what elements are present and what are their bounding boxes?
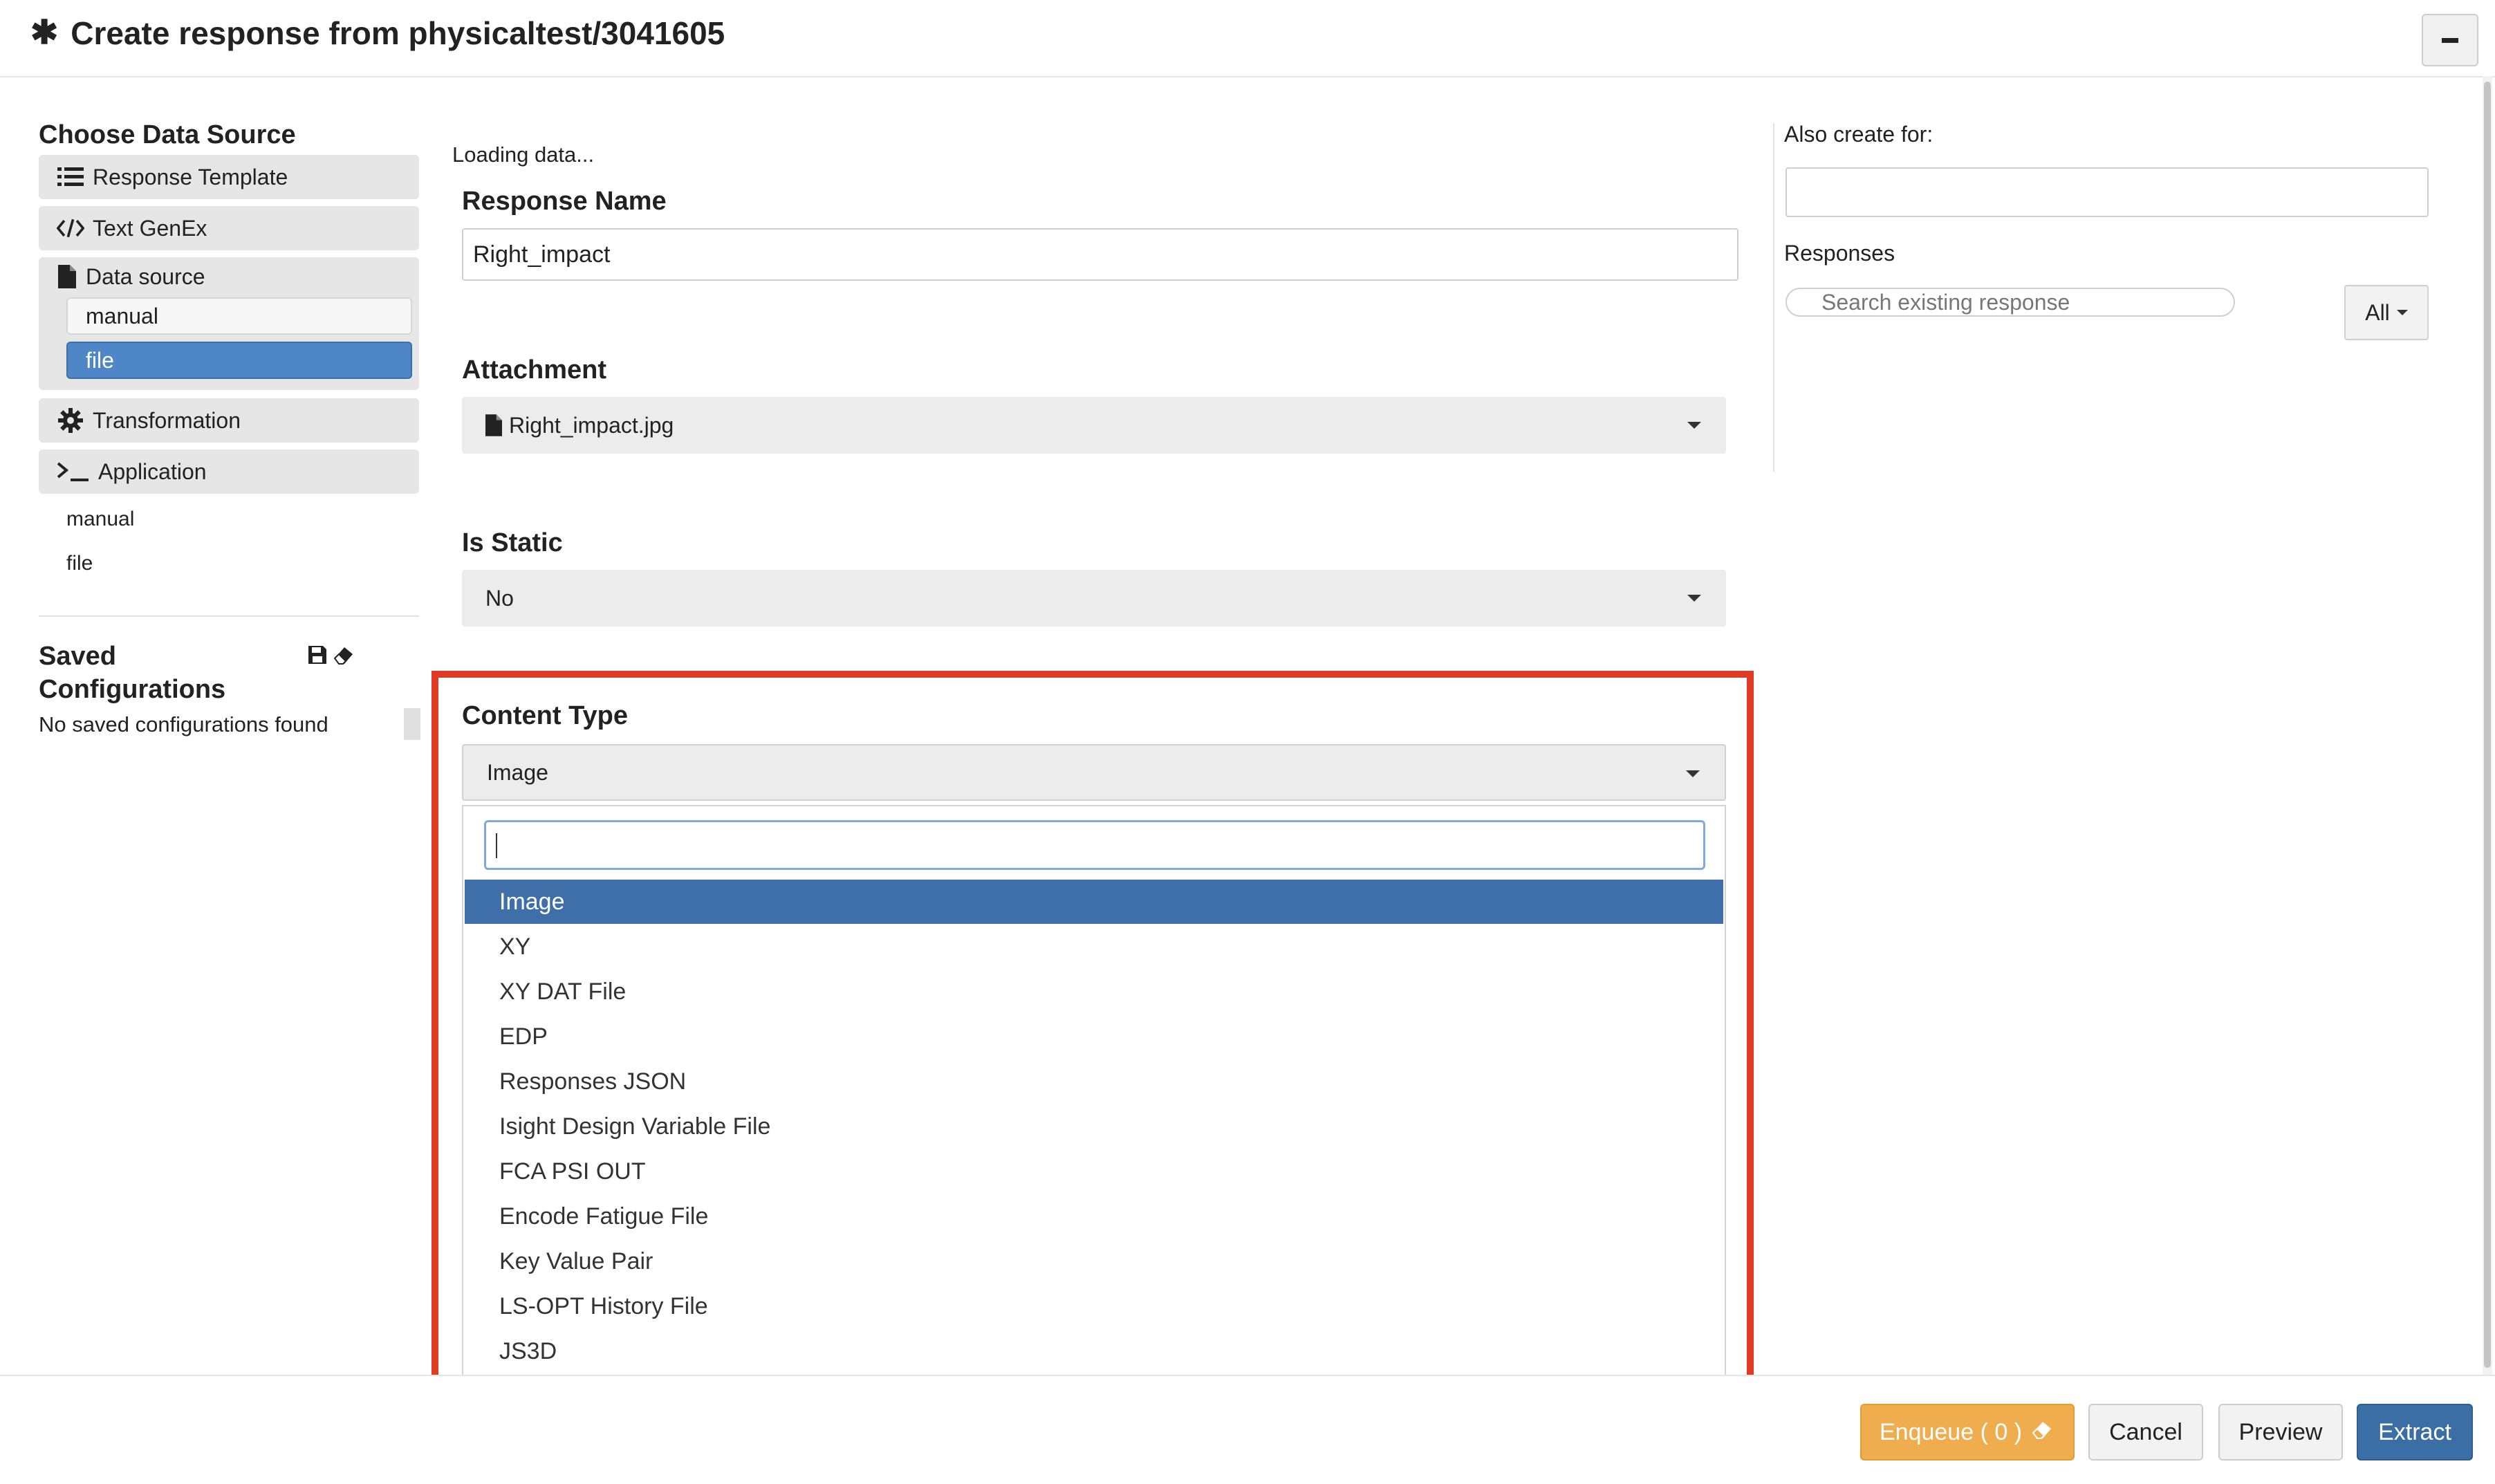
sidebar-item-response-template[interactable]: Response Template xyxy=(39,155,419,199)
application-option-file[interactable]: file xyxy=(66,552,93,575)
sidebar-item-label: Transformation xyxy=(93,407,241,433)
annotation-highlight-box xyxy=(432,671,1754,1438)
eraser-icon xyxy=(2029,1419,2055,1446)
response-name-input[interactable]: Right_impact xyxy=(462,228,1738,281)
sidebar-divider xyxy=(39,615,419,617)
is-static-select[interactable]: No xyxy=(462,570,1726,627)
minimize-button[interactable] xyxy=(2422,14,2478,66)
terminal-icon xyxy=(57,458,90,485)
minus-icon xyxy=(2442,37,2458,43)
page-scrollbar-thumb[interactable] xyxy=(2484,82,2491,1368)
cancel-button[interactable]: Cancel xyxy=(2088,1404,2203,1460)
page-title: Create response from physicaltest/304160… xyxy=(71,15,725,51)
sidebar-item-label: Application xyxy=(98,458,207,484)
sidebar-item-text-genex[interactable]: Text GenEx xyxy=(39,206,419,250)
code-icon xyxy=(57,214,84,242)
data-source-option-file[interactable]: file xyxy=(66,342,412,379)
attachment-label: Attachment xyxy=(462,355,607,384)
chevron-down-icon xyxy=(2396,310,2408,315)
gear-icon xyxy=(57,407,84,434)
choose-data-source-title: Choose Data Source xyxy=(39,120,296,149)
saved-configurations-title-line1: Saved xyxy=(39,642,116,671)
response-name-label: Response Name xyxy=(462,187,667,216)
responses-filter-button[interactable]: All xyxy=(2344,285,2429,340)
asterisk-icon: ✱ xyxy=(30,15,59,51)
file-icon xyxy=(57,263,77,290)
responses-label: Responses xyxy=(1784,241,1895,266)
also-create-input[interactable] xyxy=(1786,167,2429,217)
chevron-down-icon xyxy=(1687,595,1701,602)
saved-config-scrollbar[interactable] xyxy=(404,708,420,740)
loading-text: Loading data... xyxy=(452,142,595,167)
enqueue-button[interactable]: Enqueue ( 0 ) xyxy=(1860,1404,2075,1460)
filter-value: All xyxy=(2365,299,2390,325)
title-bar: ✱ Create response from physicaltest/3041… xyxy=(30,12,725,54)
sidebar-item-label: Response Template xyxy=(93,164,288,189)
enqueue-label: Enqueue ( 0 ) xyxy=(1879,1418,2023,1445)
application-option-manual[interactable]: manual xyxy=(66,508,134,531)
search-response-input[interactable]: Search existing response xyxy=(1786,288,2235,317)
eraser-icon[interactable] xyxy=(332,644,355,669)
is-static-label: Is Static xyxy=(462,528,563,557)
saved-configurations-empty: No saved configurations found xyxy=(39,712,328,736)
sidebar-item-transformation[interactable]: Transformation xyxy=(39,398,419,443)
also-create-label: Also create for: xyxy=(1784,122,1933,147)
sidebar-item-data-source[interactable]: Data source xyxy=(57,263,205,290)
extract-button[interactable]: Extract xyxy=(2357,1404,2473,1460)
file-icon xyxy=(485,414,502,436)
is-static-value: No xyxy=(485,585,514,611)
attachment-value: Right_impact.jpg xyxy=(509,412,674,438)
right-panel-divider xyxy=(1773,123,1774,472)
chevron-down-icon xyxy=(1687,422,1701,429)
saved-config-actions xyxy=(307,644,355,669)
saved-configurations-title-line2: Configurations xyxy=(39,675,226,704)
list-icon xyxy=(57,163,84,191)
preview-button[interactable]: Preview xyxy=(2218,1404,2343,1460)
save-icon[interactable] xyxy=(307,644,328,669)
sidebar-item-label: Text GenEx xyxy=(93,215,207,241)
sidebar-item-application[interactable]: Application xyxy=(39,449,419,494)
sidebar-item-label: Data source xyxy=(86,263,205,289)
attachment-select[interactable]: Right_impact.jpg xyxy=(462,397,1726,454)
data-source-option-manual[interactable]: manual xyxy=(66,297,412,335)
